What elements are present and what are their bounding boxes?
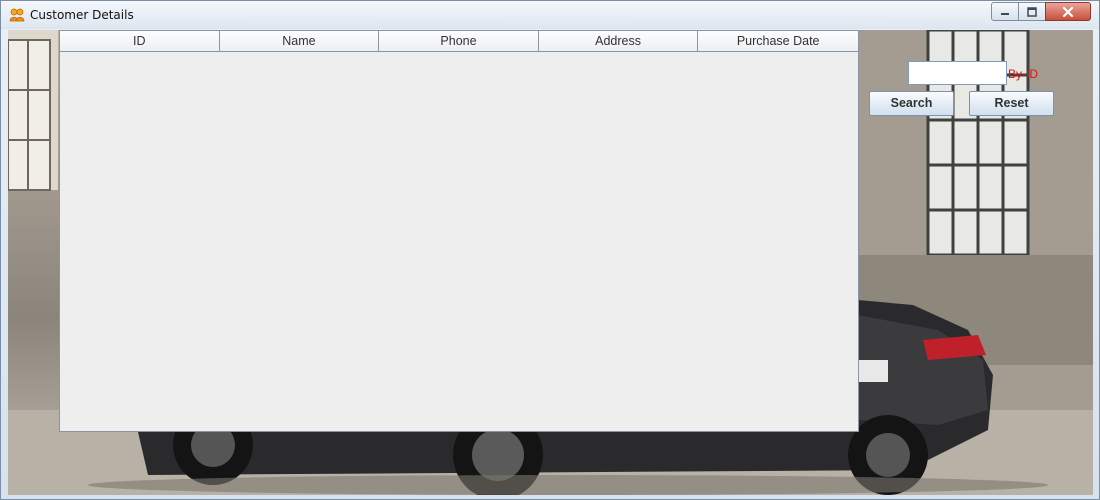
minimize-icon [1001,12,1009,15]
search-button[interactable]: Search [869,91,954,116]
close-icon [1062,6,1074,17]
customer-details-window: Customer Details ID Name Phone Address P… [0,0,1100,500]
customer-table[interactable]: ID Name Phone Address Purchase Date [59,30,859,432]
customers-app-icon [9,8,25,22]
column-header-address[interactable]: Address [539,31,699,51]
maximize-button[interactable] [1018,2,1046,21]
column-header-phone[interactable]: Phone [379,31,539,51]
search-hint-label: By-ID [1008,67,1038,81]
content-pane: ID Name Phone Address Purchase Date By-I… [8,30,1093,495]
close-button[interactable] [1045,2,1091,21]
column-header-purchase-date[interactable]: Purchase Date [698,31,858,51]
search-id-input[interactable] [908,61,1007,85]
table-header: ID Name Phone Address Purchase Date [60,31,858,52]
window-title: Customer Details [30,8,134,22]
reset-button[interactable]: Reset [969,91,1054,116]
title-bar[interactable]: Customer Details [1,1,1099,29]
table-body[interactable] [60,52,858,431]
column-header-id[interactable]: ID [60,31,220,51]
maximize-icon [1027,6,1037,17]
minimize-button[interactable] [991,2,1019,21]
column-header-name[interactable]: Name [220,31,380,51]
